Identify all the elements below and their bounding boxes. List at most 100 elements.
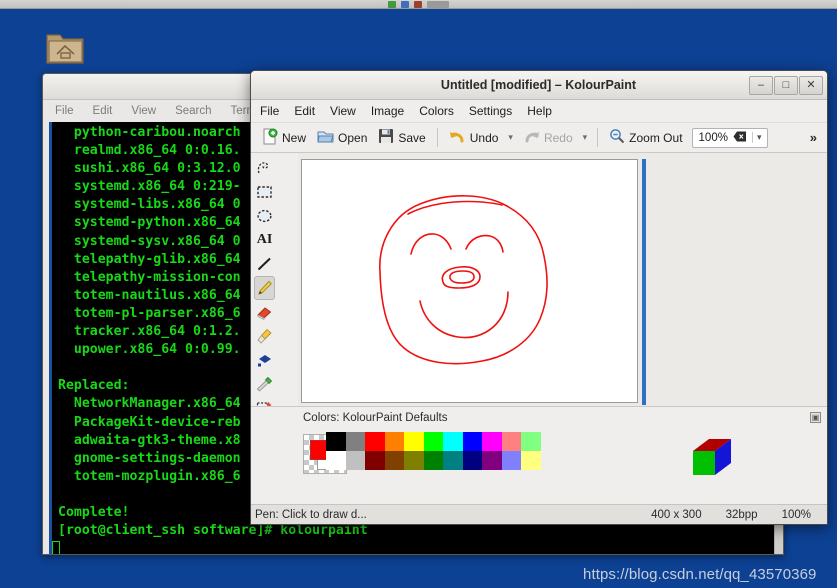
kolourpaint-window[interactable]: Untitled [modified] – KolourPaint – □ ✕ …: [250, 70, 828, 525]
system-tray-strip: [0, 0, 837, 9]
undo-dropdown-arrow-icon[interactable]: ▾: [505, 132, 516, 143]
palette-swatch[interactable]: [345, 451, 365, 470]
close-button[interactable]: ✕: [799, 75, 823, 95]
palette-col-4: [404, 432, 424, 470]
tray-icon-4[interactable]: [427, 0, 449, 8]
color-box: Colors: KolourPaint Defaults ▣: [251, 406, 827, 504]
home-folder-icon[interactable]: [45, 27, 85, 67]
tool-text[interactable]: AI: [254, 228, 275, 252]
terminal-menu-edit[interactable]: Edit: [93, 105, 113, 117]
tool-rectangle-select[interactable]: [254, 180, 275, 204]
zoom-out-label: Zoom Out: [629, 130, 683, 145]
save-button[interactable]: Save: [374, 126, 429, 149]
kolourpaint-toolbar: New Open Save Undo ▾ Redo ▾ Zoom Out 100…: [251, 123, 827, 153]
palette-col-2: [365, 432, 385, 470]
menu-edit[interactable]: Edit: [294, 104, 315, 118]
open-folder-icon: [317, 128, 334, 148]
palette-col-9: [501, 432, 521, 470]
status-message: Pen: Click to draw d...: [255, 508, 367, 521]
redo-label: Redo: [543, 130, 573, 145]
tray-icon-2[interactable]: [401, 0, 409, 8]
terminal-menu-view[interactable]: View: [131, 105, 156, 117]
palette-swatch[interactable]: [365, 451, 385, 470]
palette-swatch[interactable]: [404, 451, 424, 470]
palette-swatch[interactable]: [501, 432, 521, 451]
palette-swatch[interactable]: [423, 451, 443, 470]
menu-view[interactable]: View: [330, 104, 356, 118]
tool-polygon[interactable]: [254, 348, 275, 372]
palette-swatch[interactable]: [521, 432, 541, 451]
canvas-resize-handle[interactable]: [642, 159, 646, 405]
palette-col-5: [423, 432, 443, 470]
palette-swatch[interactable]: [404, 432, 424, 451]
palette-swatch[interactable]: [443, 432, 463, 451]
palette-swatch[interactable]: [326, 432, 346, 451]
palette-swatch[interactable]: [365, 432, 385, 451]
palette-swatch[interactable]: [482, 451, 502, 470]
tool-line[interactable]: [254, 252, 275, 276]
palette-col-0: [326, 432, 346, 470]
menu-help[interactable]: Help: [527, 104, 552, 118]
tool-brush[interactable]: [254, 324, 275, 348]
undo-arrow-icon: [449, 129, 466, 147]
tool-palette: AI: [251, 153, 298, 524]
tray-icon-1[interactable]: [388, 0, 396, 8]
tool-free-form-select[interactable]: [254, 156, 275, 180]
toolbar-separator-1: [436, 128, 438, 147]
palette-swatch[interactable]: [462, 432, 482, 451]
watermark: https://blog.csdn.net/qq_43570369: [583, 566, 817, 583]
open-label: Open: [338, 130, 368, 145]
zoom-out-button[interactable]: Zoom Out: [605, 126, 686, 149]
undo-label: Undo: [469, 130, 499, 145]
palette-swatch[interactable]: [345, 432, 365, 451]
redo-arrow-icon: [523, 129, 540, 147]
zoom-level-value: 100%: [698, 131, 728, 144]
kolourpaint-titlebar[interactable]: Untitled [modified] – KolourPaint – □ ✕: [251, 71, 827, 100]
canvas-area[interactable]: [298, 153, 827, 406]
minimize-button[interactable]: –: [749, 75, 773, 95]
palette-swatch[interactable]: [462, 451, 482, 470]
palette-swatch[interactable]: [521, 451, 541, 470]
zoom-level-combobox[interactable]: 100% ▾: [691, 127, 769, 148]
terminal-cursor: [52, 541, 60, 554]
kolourpaint-body: AI: [251, 153, 827, 524]
zoom-dropdown-arrow-icon[interactable]: ▾: [751, 132, 766, 143]
palette-swatch[interactable]: [384, 432, 404, 451]
palette-col-6: [443, 432, 463, 470]
zoom-out-magnifier-icon: [609, 128, 625, 147]
tray-icon-3[interactable]: [414, 0, 422, 8]
palette-swatch[interactable]: [482, 432, 502, 451]
color-box-float-button[interactable]: ▣: [810, 412, 821, 423]
palette-swatch[interactable]: [501, 451, 521, 470]
status-dimensions: 400 x 300: [651, 508, 702, 521]
terminal-menu-search[interactable]: Search: [175, 105, 211, 117]
terminal-menu-file[interactable]: File: [55, 105, 74, 117]
new-button[interactable]: New: [257, 126, 310, 150]
zoom-clear-icon[interactable]: [733, 131, 747, 145]
palette-swatch[interactable]: [384, 451, 404, 470]
menu-image[interactable]: Image: [371, 104, 404, 118]
color-box-label: Colors: KolourPaint Defaults: [303, 412, 448, 424]
tool-eraser[interactable]: [254, 300, 275, 324]
palette-swatch[interactable]: [423, 432, 443, 451]
window-title: Untitled [modified] – KolourPaint: [440, 78, 637, 92]
menu-colors[interactable]: Colors: [419, 104, 454, 118]
palette-swatch[interactable]: [326, 451, 346, 470]
status-color-depth: 32bpp: [725, 508, 758, 521]
palette-col-3: [384, 432, 404, 470]
tool-pen[interactable]: [254, 276, 275, 300]
tool-color-picker[interactable]: [254, 372, 275, 396]
desktop: File Edit View Search Terminal python-ca…: [0, 9, 837, 588]
menu-settings[interactable]: Settings: [469, 104, 512, 118]
smiley-drawing: [379, 195, 548, 365]
color-cube-icon[interactable]: [685, 435, 737, 486]
palette-swatch[interactable]: [443, 451, 463, 470]
tool-ellipse-select[interactable]: [254, 204, 275, 228]
drawing-canvas[interactable]: [301, 159, 638, 403]
menu-file[interactable]: File: [260, 104, 279, 118]
kolourpaint-statusbar: Pen: Click to draw d... 400 x 300 32bpp …: [251, 504, 827, 524]
open-button[interactable]: Open: [313, 126, 371, 150]
toolbar-overflow-button[interactable]: »: [810, 130, 821, 145]
undo-button[interactable]: Undo: [445, 127, 503, 149]
maximize-button[interactable]: □: [774, 75, 798, 95]
